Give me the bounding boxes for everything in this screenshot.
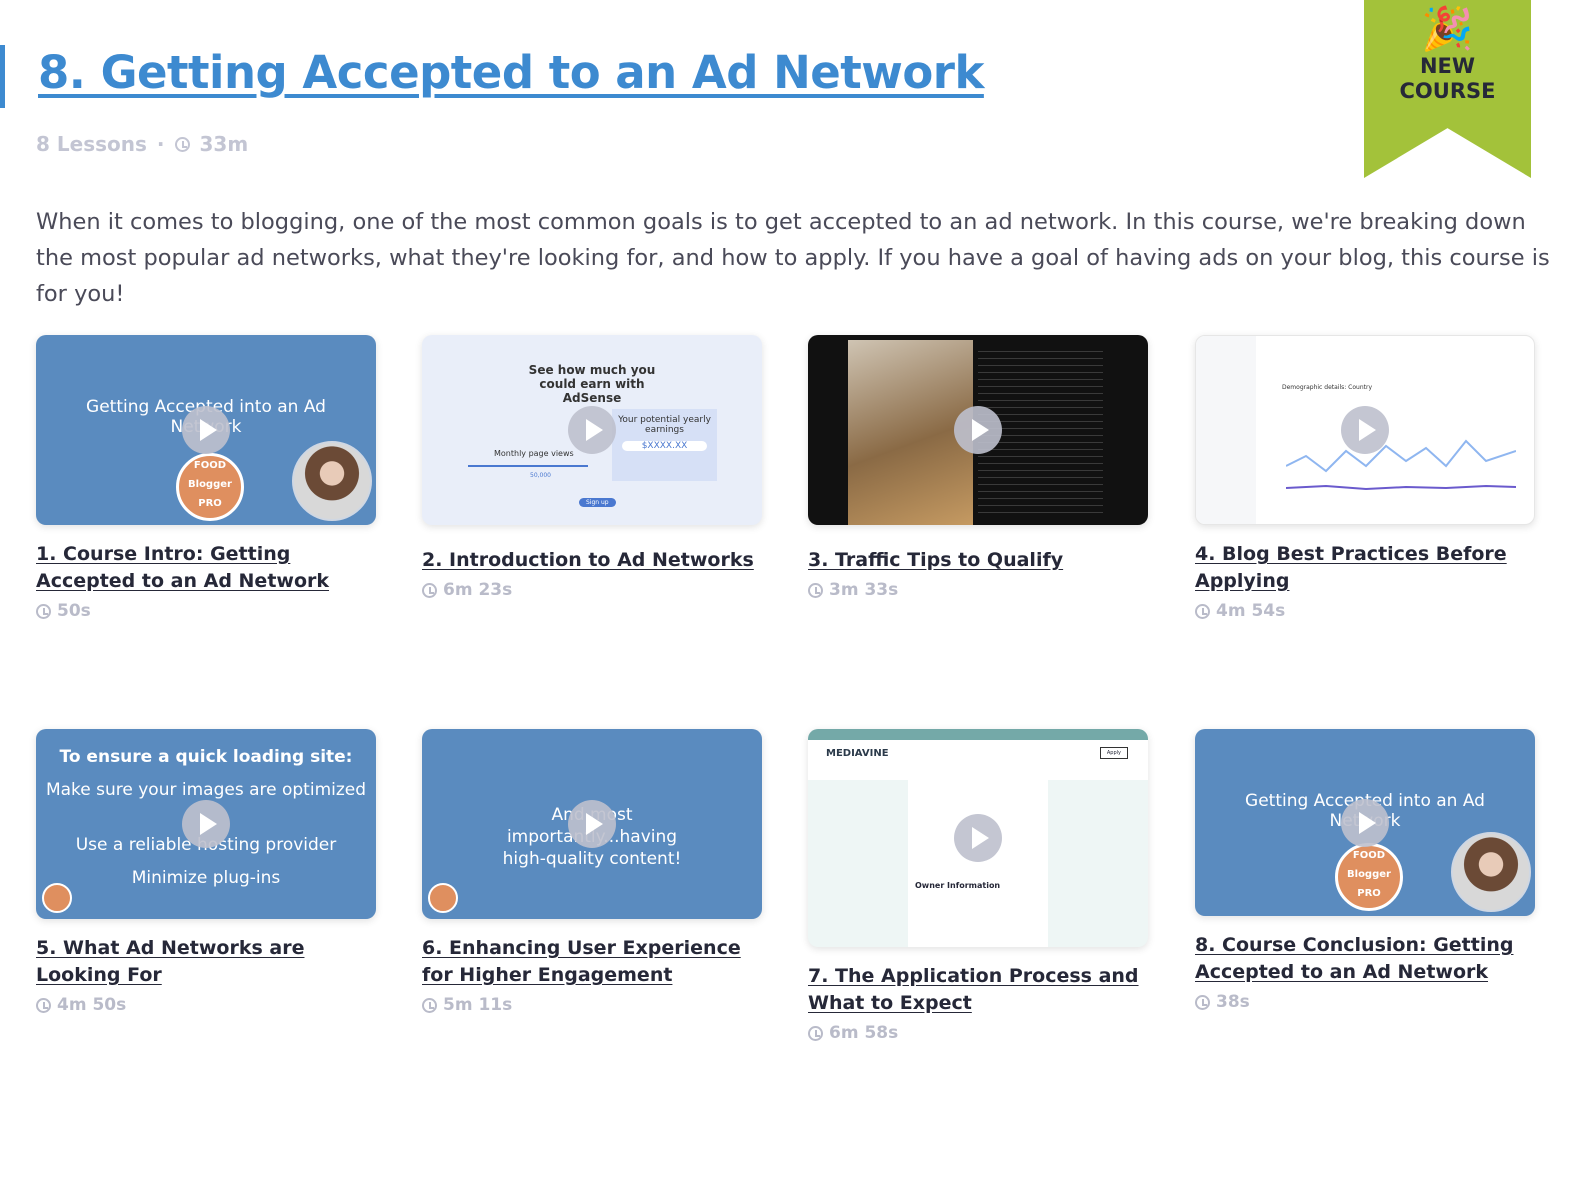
thumb-value: 50,000 bbox=[530, 472, 551, 479]
thumb-bullet: Minimize plug-ins bbox=[131, 868, 281, 888]
course-title-link[interactable]: 8. Getting Accepted to an Ad Network bbox=[38, 46, 984, 99]
play-icon[interactable] bbox=[1341, 406, 1389, 454]
badge-line-2: COURSE bbox=[1399, 79, 1496, 103]
lesson-card: MEDIAVINE Apply Owner Information 7. The… bbox=[808, 729, 1148, 1043]
thumb-button: Sign up bbox=[579, 498, 616, 507]
lesson-thumbnail[interactable]: MEDIAVINE Apply Owner Information bbox=[808, 729, 1148, 947]
lesson-card: To ensure a quick loading site: Make sur… bbox=[36, 729, 376, 1015]
lesson-duration: 3m 33s bbox=[829, 580, 899, 600]
instructor-avatar bbox=[1451, 832, 1531, 912]
lesson-title-link[interactable]: 6. Enhancing User Experience for Higher … bbox=[422, 935, 762, 989]
clock-icon bbox=[1195, 994, 1210, 1010]
food-blogger-pro-logo: FOOD Blogger PRO bbox=[176, 453, 244, 521]
clock-icon bbox=[36, 997, 51, 1013]
lesson-thumbnail[interactable] bbox=[808, 335, 1148, 525]
lesson-card: Getting Accepted into an Ad Network FOOD… bbox=[36, 335, 376, 621]
lesson-count: 8 Lessons bbox=[36, 132, 147, 156]
thumb-box-label: Your potential yearly earnings bbox=[618, 415, 711, 435]
lesson-title-link[interactable]: 7. The Application Process and What to E… bbox=[808, 963, 1148, 1017]
clock-icon bbox=[808, 1025, 823, 1041]
lesson-title-link[interactable]: 8. Course Conclusion: Getting Accepted t… bbox=[1195, 932, 1535, 986]
play-icon[interactable] bbox=[568, 800, 616, 848]
thumb-apply: Apply bbox=[1099, 747, 1128, 759]
separator: · bbox=[156, 132, 165, 156]
clock-icon bbox=[36, 603, 51, 619]
clock-icon bbox=[808, 582, 823, 598]
thumb-bullet: Make sure your images are optimized bbox=[45, 780, 367, 800]
lesson-title-link[interactable]: 5. What Ad Networks are Looking For bbox=[36, 935, 376, 989]
lesson-title-link[interactable]: 3. Traffic Tips to Qualify bbox=[808, 547, 1148, 574]
course-duration: 33m bbox=[199, 132, 249, 156]
play-icon[interactable] bbox=[954, 406, 1002, 454]
lesson-duration: 6m 23s bbox=[443, 580, 513, 600]
food-blogger-pro-logo bbox=[428, 883, 458, 913]
lesson-thumbnail[interactable]: Getting Accepted into an Ad Network FOOD… bbox=[36, 335, 376, 525]
lesson-card: And most importantly...having high-quali… bbox=[422, 729, 762, 1015]
lesson-card: Getting Accepted into an Ad Network FOOD… bbox=[1195, 729, 1535, 1012]
lesson-thumbnail[interactable]: Demographic details: Country bbox=[1195, 335, 1535, 525]
clock-icon bbox=[174, 136, 190, 152]
lesson-thumbnail[interactable]: Getting Accepted into an Ad Network FOOD… bbox=[1195, 729, 1535, 916]
thumb-section: Owner Information bbox=[915, 881, 1001, 890]
lesson-duration: 50s bbox=[57, 601, 91, 621]
lesson-thumbnail[interactable]: And most importantly...having high-quali… bbox=[422, 729, 762, 919]
thumb-amount: $XXXX.XX bbox=[622, 441, 707, 451]
lesson-title-link[interactable]: 1. Course Intro: Getting Accepted to an … bbox=[36, 541, 376, 595]
play-icon[interactable] bbox=[568, 406, 616, 454]
lesson-duration: 5m 11s bbox=[443, 995, 513, 1015]
lesson-thumbnail[interactable]: See how much you could earn with AdSense… bbox=[422, 335, 762, 525]
lesson-duration: 4m 54s bbox=[1216, 601, 1286, 621]
thumb-heading: To ensure a quick loading site: bbox=[59, 747, 353, 767]
badge-line-1: NEW bbox=[1419, 54, 1476, 78]
clock-icon bbox=[1195, 603, 1210, 619]
course-meta: 8 Lessons · 33m bbox=[36, 132, 248, 156]
lesson-title-link[interactable]: 4. Blog Best Practices Before Applying bbox=[1195, 541, 1535, 595]
thumb-heading: See how much you could earn with AdSense bbox=[528, 363, 656, 405]
thumb-slider-label: Monthly page views bbox=[494, 449, 574, 458]
play-icon[interactable] bbox=[1341, 798, 1389, 847]
lesson-card: See how much you could earn with AdSense… bbox=[422, 335, 762, 600]
lesson-duration: 4m 50s bbox=[57, 995, 127, 1015]
lesson-card: Demographic details: Country 4. Blog Bes… bbox=[1195, 335, 1535, 621]
food-blogger-pro-logo bbox=[42, 883, 72, 913]
lesson-duration: 6m 58s bbox=[829, 1023, 899, 1043]
party-popper-icon: 🎉 bbox=[1421, 4, 1474, 53]
play-icon[interactable] bbox=[182, 406, 230, 454]
lesson-title-link[interactable]: 2. Introduction to Ad Networks bbox=[422, 547, 762, 574]
food-blogger-pro-logo: FOOD Blogger PRO bbox=[1335, 843, 1403, 911]
play-icon[interactable] bbox=[182, 800, 230, 848]
active-section-indicator bbox=[0, 45, 5, 108]
clock-icon bbox=[422, 582, 437, 598]
new-course-badge: 🎉 NEW COURSE bbox=[1364, 0, 1531, 178]
lesson-thumbnail[interactable]: To ensure a quick loading site: Make sur… bbox=[36, 729, 376, 919]
clock-icon bbox=[422, 997, 437, 1013]
lesson-duration: 38s bbox=[1216, 992, 1250, 1012]
play-icon[interactable] bbox=[954, 814, 1002, 862]
instructor-avatar bbox=[292, 441, 372, 521]
lesson-card: 3. Traffic Tips to Qualify 3m 33s bbox=[808, 335, 1148, 600]
thumb-label: Demographic details: Country bbox=[1282, 384, 1373, 391]
course-description: When it comes to blogging, one of the mo… bbox=[36, 209, 1550, 307]
thumb-brand: MEDIAVINE bbox=[826, 748, 889, 759]
